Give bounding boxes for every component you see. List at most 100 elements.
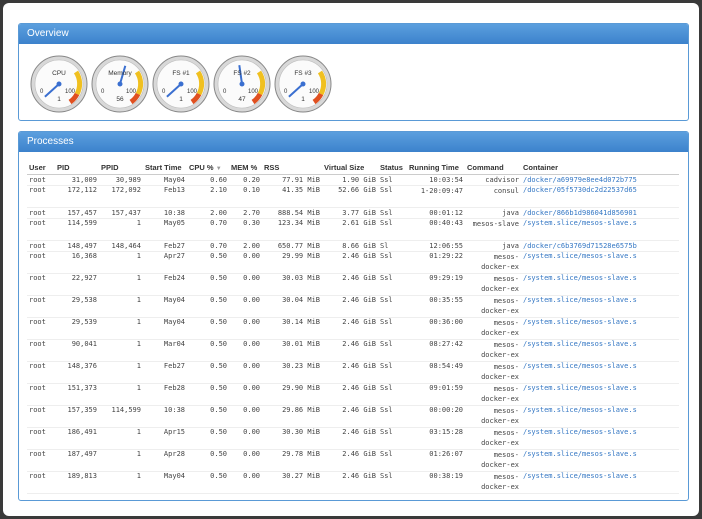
container-link[interactable]: /system.slice/mesos-slave.s [521,273,679,296]
processes-panel: Processes User PID PPID Start Time CPU % ▼ ME… [18,131,689,501]
process-table: User PID PPID Start Time CPU % ▼ MEM % RSS Virt… [27,160,679,494]
container-link[interactable]: /system.slice/mesos-slave.s [521,361,679,384]
table-cell: 03:15:28 [407,427,465,450]
table-row[interactable]: root 16,368 1 Apr27 0.50 0.00 29.99 MiB 2.46 Gi… [27,251,679,274]
table-row[interactable]: root 157,457 157,437 10:38 2.00 2.70 888.54 Mi… [27,207,679,219]
table-cell: 10:38 [143,207,187,219]
container-link[interactable]: /docker/c6b3769d71528e6575b [521,240,679,252]
table-cell: 1 [99,427,143,450]
gauge-dial-icon [91,55,149,113]
container-link[interactable]: /system.slice/mesos-slave.s [521,218,679,241]
container-link[interactable]: /system.slice/mesos-slave.s [521,251,679,274]
container-link[interactable]: /system.slice/mesos-slave.s [521,427,679,450]
container-link[interactable]: /system.slice/mesos-slave.s [521,339,679,362]
table-row[interactable]: root 187,497 1 Apr28 0.50 0.00 29.78 MiB 2.46 G… [27,449,679,472]
table-cell: 2.46 GiB [322,471,378,494]
table-cell: mesos-docker-ex [465,317,521,340]
sort-desc-icon[interactable]: ▼ [216,166,222,172]
table-cell: mesos-docker-ex [465,405,521,428]
column-header[interactable]: Container [521,160,679,175]
table-row[interactable]: root 29,538 1 May04 0.50 0.00 30.04 MiB 2.46 Gi… [27,295,679,318]
table-row[interactable]: root 157,359 114,599 10:38 0.50 0.00 29.86 MiB… [27,405,679,428]
table-row[interactable]: root 186,491 1 Apr15 0.50 0.00 30.30 MiB 2.46 G… [27,427,679,450]
table-row[interactable]: root 151,373 1 Feb28 0.50 0.00 29.90 MiB 2.46 G… [27,383,679,406]
table-row[interactable]: root 22,927 1 Feb24 0.50 0.00 30.03 MiB 2.46 Gi… [27,273,679,296]
container-link[interactable]: /system.slice/mesos-slave.s [521,471,679,494]
table-cell: May05 [143,218,187,241]
column-header[interactable]: User [27,160,55,175]
table-cell: root [27,317,55,340]
table-row[interactable]: root 172,112 172,092 Feb13 2.10 0.10 41.35 MiB… [27,185,679,208]
table-cell: 0.50 [187,295,229,318]
table-cell: mesos-docker-ex [465,251,521,274]
table-cell: 30.14 MiB [262,317,322,340]
gauge: Memory 0 100 56 [90,54,150,114]
table-cell: Feb28 [143,383,187,406]
column-header[interactable]: Command [465,160,521,175]
table-cell: Sl [378,240,407,252]
column-header[interactable]: RSS [262,160,322,175]
table-cell: 1 [99,251,143,274]
table-cell: 2.70 [229,207,262,219]
table-cell: 00:38:19 [407,471,465,494]
container-link[interactable]: /system.slice/mesos-slave.s [521,317,679,340]
table-cell: 0.20 [229,174,262,186]
table-cell: 10:03:54 [407,174,465,186]
table-cell: 0.50 [187,405,229,428]
table-cell: 157,437 [99,207,143,219]
gauge-value: 1 [301,96,305,103]
table-cell: Apr15 [143,427,187,450]
table-cell: mesos-docker-ex [465,471,521,494]
table-cell: 148,497 [55,240,99,252]
container-link[interactable]: /system.slice/mesos-slave.s [521,449,679,472]
container-link[interactable]: /docker/a69979e8ee4d072b775 [521,174,679,186]
column-header[interactable]: Virtual Size [322,160,378,175]
process-table-wrap: User PID PPID Start Time CPU % ▼ MEM % RSS Virt… [27,160,679,494]
table-cell: 29.78 MiB [262,449,322,472]
container-link[interactable]: /docker/866b1d986041d856901 [521,207,679,219]
gauge-dial-icon [274,55,332,113]
table-cell: 1 [99,317,143,340]
column-header[interactable]: Status [378,160,407,175]
table-cell: 0.50 [187,383,229,406]
column-header[interactable]: PID [55,160,99,175]
table-row[interactable]: root 114,599 1 May05 0.70 0.30 123.34 MiB 2.61 … [27,218,679,241]
table-cell: 1 [99,295,143,318]
table-row[interactable]: root 90,041 1 Mar04 0.50 0.00 30.01 MiB 2.46 Gi… [27,339,679,362]
table-row[interactable]: root 29,539 1 May04 0.50 0.00 30.14 MiB 2.46 Gi… [27,317,679,340]
table-cell: root [27,295,55,318]
table-cell: 2.10 [187,185,229,208]
table-cell: May04 [143,295,187,318]
table-cell: 189,813 [55,471,99,494]
table-cell: 00:36:00 [407,317,465,340]
table-row[interactable]: root 148,497 148,464 Feb27 0.70 2.00 650.77 Mi… [27,240,679,252]
column-header[interactable]: MEM % [229,160,262,175]
column-header[interactable]: Running Time [407,160,465,175]
table-cell: 29.86 MiB [262,405,322,428]
table-cell: 0.00 [229,405,262,428]
column-header[interactable]: PPID [99,160,143,175]
column-header[interactable]: Start Time [143,160,187,175]
gauge-dial-icon [30,55,88,113]
table-cell: Ssl [378,317,407,340]
container-link[interactable]: /system.slice/mesos-slave.s [521,383,679,406]
column-header[interactable]: CPU % ▼ [187,160,229,175]
gauge: FS #3 0 100 1 [273,54,333,114]
table-cell: 1 [99,361,143,384]
gauge-label: FS #1 [172,70,190,77]
table-row[interactable]: root 189,813 1 May04 0.50 0.00 30.27 MiB 2.46 G… [27,471,679,494]
table-cell: 30.27 MiB [262,471,322,494]
container-link[interactable]: /system.slice/mesos-slave.s [521,405,679,428]
table-cell: Apr28 [143,449,187,472]
table-cell: root [27,471,55,494]
table-header-row: User PID PPID Start Time CPU % ▼ MEM % RSS Virt… [27,160,679,175]
table-cell: 30.04 MiB [262,295,322,318]
table-row[interactable]: root 31,009 30,989 May04 0.60 0.20 77.91 MiB 1.… [27,174,679,186]
container-link[interactable]: /docker/05f5730dc2d22537d65 [521,185,679,208]
gauge: FS #1 0 100 1 [151,54,211,114]
table-cell: 2.46 GiB [322,427,378,450]
table-cell: 2.00 [187,207,229,219]
container-link[interactable]: /system.slice/mesos-slave.s [521,295,679,318]
gauge-dial-icon [213,55,271,113]
table-row[interactable]: root 148,376 1 Feb27 0.50 0.00 30.23 MiB 2.46 G… [27,361,679,384]
